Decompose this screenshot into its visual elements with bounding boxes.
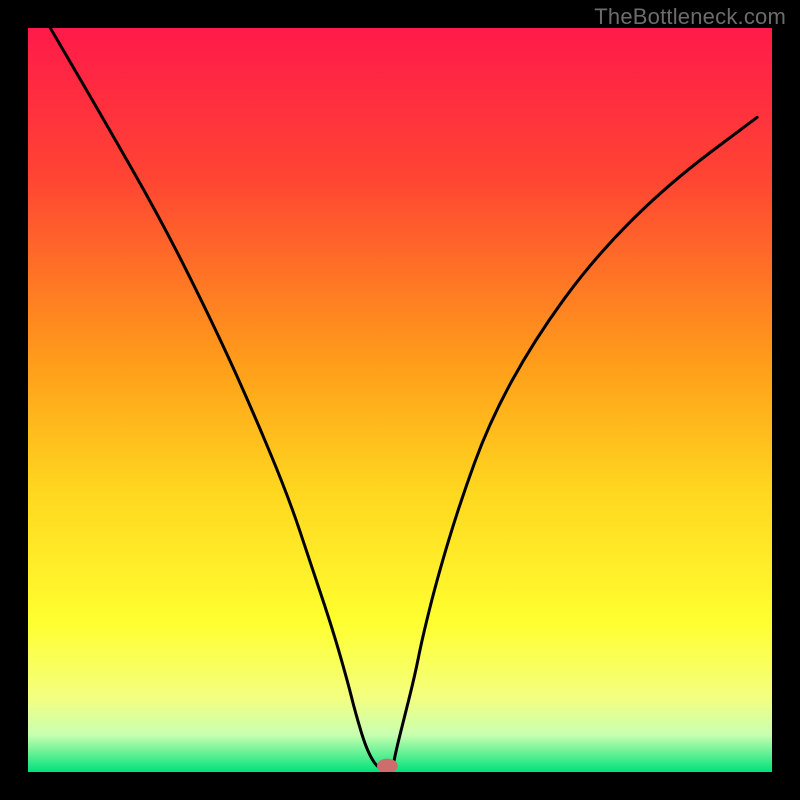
- chart-frame: TheBottleneck.com: [0, 0, 800, 800]
- plot-area: [28, 28, 772, 772]
- watermark-label: TheBottleneck.com: [594, 4, 786, 30]
- gradient-background: [28, 28, 772, 772]
- plot-svg: [28, 28, 772, 772]
